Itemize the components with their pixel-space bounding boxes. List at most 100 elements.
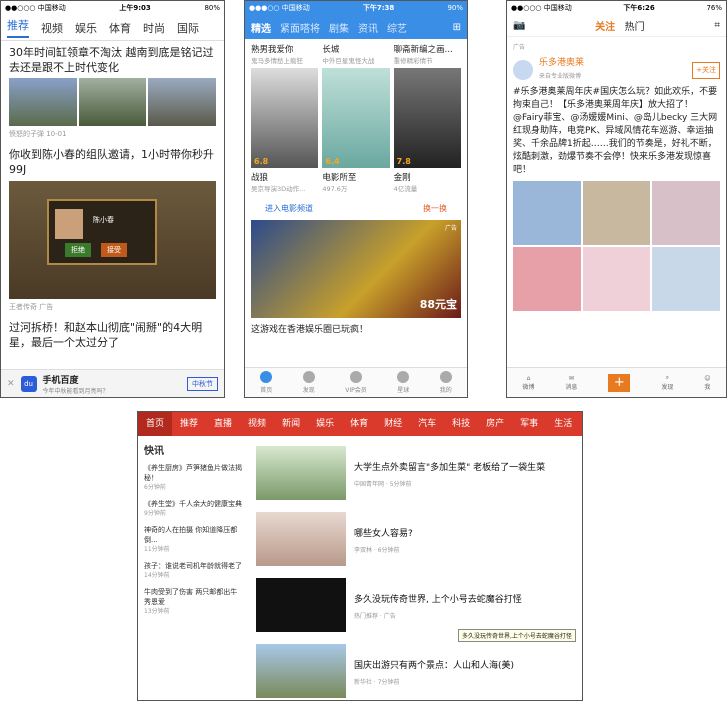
nav-label: 首页: [260, 387, 273, 394]
inviter-name: 陈小春: [93, 216, 114, 224]
nav-item[interactable]: 汽车: [410, 412, 444, 436]
movie-name: 战狼: [251, 173, 269, 183]
home-icon: [260, 371, 273, 383]
nav-item[interactable]: 视频: [240, 412, 274, 436]
movie-sub: 497.6万: [322, 185, 348, 193]
photo[interactable]: [582, 247, 651, 311]
feed-item[interactable]: 哪些女人容易? 李双林 · 6分钟前: [256, 512, 576, 572]
feed-thumbnail: [256, 446, 346, 500]
game-ad-banner[interactable]: 广告 88元宝: [251, 220, 461, 318]
weibo-post[interactable]: 广告 乐多港奥莱 来自专业版微博 +关注 #乐多港奥莱周年庆#国庆怎么玩？如此欢…: [507, 37, 726, 181]
tab-sports[interactable]: 体育: [109, 20, 131, 36]
nav-item[interactable]: 生活: [546, 412, 580, 436]
nav-item[interactable]: 房产: [478, 412, 512, 436]
flash-item[interactable]: 《养生堂》千人余大的健康宝典 9分钟前: [144, 499, 244, 519]
feed-title: 哪些女人容易?: [354, 529, 413, 539]
movie-channel-link[interactable]: 进入电影频道: [265, 203, 313, 214]
plus-icon: +: [608, 373, 631, 392]
follow-button[interactable]: +关注: [692, 61, 720, 79]
user-name[interactable]: 乐多港奥莱: [539, 57, 686, 70]
movie-card[interactable]: 聊斋新编之画... 重修精彩情节 7.8 金刚 4亿流量: [393, 43, 461, 193]
baidu-logo-icon: du: [20, 375, 37, 392]
bottom-ad-bar[interactable]: ✕ du 手机百度 今年中秋能看到月亮吗？ 中秋节: [1, 369, 224, 397]
nav-item[interactable]: 体育: [342, 412, 376, 436]
nav-me[interactable]: 我的: [439, 371, 452, 394]
flash-time: 13分钟前: [144, 608, 170, 615]
tab-variety[interactable]: 综艺: [387, 20, 407, 35]
compose-button[interactable]: +: [608, 373, 631, 392]
tab-hot[interactable]: 热门: [625, 22, 645, 33]
nav-item[interactable]: 军事: [512, 412, 546, 436]
ad-item[interactable]: 你收到陈小春的组队邀请，1小时带你秒升99J 陈小春 拒绝 接受 王者传奇 广告: [1, 143, 224, 316]
movie-card[interactable]: 长城 中外巨星鬼怪大战 6.4 电影所至 497.6万: [322, 43, 390, 193]
photo[interactable]: [513, 247, 581, 311]
refresh-link[interactable]: 换一换: [423, 203, 447, 214]
tab-info[interactable]: 资讯: [358, 20, 378, 35]
news-title: 30年时间缸领章不淘汰 越南到底是铭记过去还是跟不上时代变化: [9, 46, 214, 74]
movie-name: 电影所至: [322, 173, 357, 183]
scan-icon[interactable]: ⌗: [714, 20, 720, 31]
grid-menu-icon[interactable]: ⊞: [453, 22, 461, 33]
movie-card[interactable]: 熟男我爱你 鬼马多情愁上痴狂 6.8 战狼 吴京导演3D动作...: [251, 43, 319, 193]
flash-item[interactable]: 《养生厨房》芦笋猪鱼片做法揭秘！ 6分钟前: [144, 463, 244, 493]
flash-item[interactable]: 神奇的人在拍摄 你知道降压都倒... 11分钟前: [144, 525, 244, 555]
nav-item[interactable]: 新闻: [274, 412, 308, 436]
top-nav: 首页 推荐 直播 视频 新闻 娱乐 体育 财经 汽车 科技 房产 军事 生活 社…: [138, 412, 582, 436]
top-bar: 📷 关注 热门 ⌗: [507, 15, 726, 37]
tab-video[interactable]: 视频: [41, 20, 63, 36]
nav-label: 我: [704, 383, 711, 391]
news-title: 过河拆桥！和赵本山彻底"闹掰"的4大明星，最后一个太过分了: [9, 321, 203, 349]
planet-icon: [397, 371, 410, 383]
banner-price: 88元宝: [419, 298, 457, 311]
flash-item[interactable]: 牛肉受到了伤害 两只邮都出牛秀恩爱 13分钟前: [144, 587, 244, 617]
tab-recommend[interactable]: 推荐: [7, 17, 29, 38]
nav-planet[interactable]: 星球: [397, 371, 409, 394]
nav-vip[interactable]: VIP会员: [345, 371, 367, 394]
movie-tagline: 中外巨星鬼怪大战: [322, 57, 375, 65]
tab-featured[interactable]: 精选: [251, 20, 271, 35]
battery: 80%: [204, 4, 220, 12]
close-icon[interactable]: ✕: [7, 379, 15, 389]
battery: 90%: [447, 4, 463, 12]
camera-icon[interactable]: 📷: [513, 20, 525, 31]
tab-following[interactable]: 关注: [595, 22, 615, 33]
news-item[interactable]: 30年时间缸领章不淘汰 越南到底是铭记过去还是跟不上时代变化 愤怒的子弹 10-…: [1, 41, 224, 143]
nav-item[interactable]: 推荐: [172, 412, 206, 436]
feed-item[interactable]: 国庆出游只有两个景点：人山和人海(美) 新华社 · 7分钟前: [256, 644, 576, 700]
photo-grid: [507, 181, 726, 311]
status-bar: ●●●○○ 中国移动 下午7:38 90%: [245, 1, 467, 15]
tab-fashion[interactable]: 时尚: [143, 20, 165, 36]
ad-badge: 广告: [513, 44, 526, 51]
tab-entertainment[interactable]: 娱乐: [75, 20, 97, 36]
tab-series[interactable]: 剧集: [329, 20, 349, 35]
feed-item[interactable]: 大学生点外卖留言"多加生菜" 老板给了一袋生菜 中国青年网 · 5分钟前: [256, 446, 576, 506]
nav-item[interactable]: 科技: [444, 412, 478, 436]
movie-tagline: 鬼马多情愁上痴狂: [251, 57, 303, 65]
photo[interactable]: [582, 181, 651, 245]
nav-home[interactable]: 首页: [260, 371, 272, 394]
nav-item[interactable]: 社会: [580, 412, 582, 436]
photo[interactable]: [652, 247, 720, 311]
nav-weibo[interactable]: ⌂ 微博: [522, 375, 534, 391]
tooltip: 多久没玩传奇世界,上个小号去蛇魔谷打怪: [458, 629, 576, 642]
nav-discover[interactable]: ⌕ 发现: [661, 374, 673, 391]
nav-label: 发现: [661, 384, 674, 391]
nav-messages[interactable]: ✉ 消息: [565, 375, 577, 391]
thumbnail: [78, 78, 147, 126]
tab-international[interactable]: 国际: [177, 20, 199, 36]
post-text: #乐多港奥莱周年庆#国庆怎么玩？如此欢乐，不要拘束自己！【乐多港奥莱周年庆】放大…: [513, 87, 718, 175]
avatar[interactable]: [513, 60, 533, 80]
nav-item[interactable]: 财经: [376, 412, 410, 436]
nav-discover[interactable]: 发现: [302, 371, 315, 394]
flash-item[interactable]: 孩子：谁说老司机年龄就得老了 14分钟前: [144, 561, 244, 581]
ad-button[interactable]: 中秋节: [187, 376, 218, 391]
ad-name: 手机百度: [42, 375, 79, 386]
nav-item[interactable]: 首页: [138, 412, 173, 436]
photo[interactable]: [513, 181, 581, 245]
photo[interactable]: [652, 181, 720, 245]
nav-item[interactable]: 娱乐: [308, 412, 342, 436]
tab-channel[interactable]: 紧面嗒将: [280, 20, 320, 35]
nav-me[interactable]: ☺ 我: [704, 375, 710, 391]
news-item[interactable]: 过河拆桥！和赵本山彻底"闹掰"的4大明星，最后一个太过分了: [1, 316, 224, 354]
nav-item[interactable]: 直播: [206, 412, 240, 436]
